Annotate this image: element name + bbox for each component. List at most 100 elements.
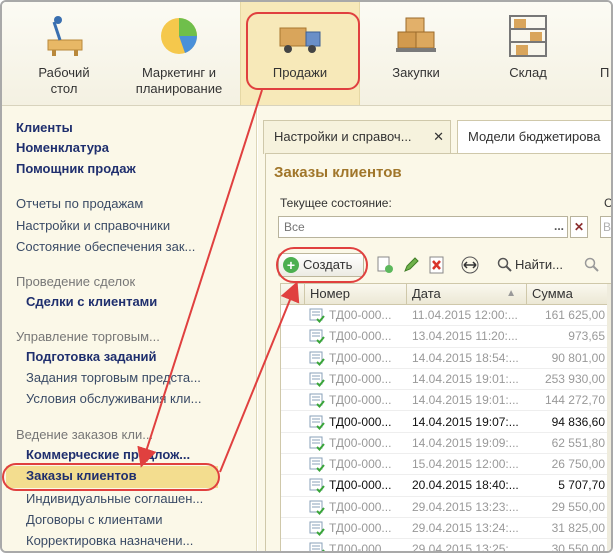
tab-budget-models[interactable]: Модели бюджетирова bbox=[457, 120, 611, 154]
search-icon bbox=[497, 257, 512, 272]
nav-link-sales-rep-tasks[interactable]: Задания торговым предста... bbox=[26, 370, 216, 385]
cell-number: ТД00-000... bbox=[329, 414, 392, 429]
nav-link-sales-assistant[interactable]: Помощник продаж bbox=[16, 161, 136, 176]
app-window: Рабочий стол Маркетинг и планирование Пр… bbox=[0, 0, 613, 553]
navigation-panel: Клиенты Номенклатура Помощник продаж Отч… bbox=[2, 106, 257, 551]
cell-sum: 90 801,00 bbox=[551, 350, 605, 365]
cell-sum: 161 625,00 bbox=[544, 308, 605, 322]
nav-link-nomenclature[interactable]: Номенклатура bbox=[16, 140, 109, 155]
document-icon bbox=[309, 393, 325, 409]
right-input-partial[interactable]: Все bbox=[600, 216, 611, 238]
table-row[interactable]: ТД00-000... 14.04.2015 19:01:... 253 930,0… bbox=[281, 369, 611, 391]
structure-button[interactable] bbox=[458, 253, 484, 277]
table-row[interactable]: ТД00-000... 29.04.2015 13:24:... 31 825,00 bbox=[281, 518, 611, 540]
cell-sum: 94 836,60 bbox=[551, 414, 605, 429]
nav-link-supply-state[interactable]: Состояние обеспечения зак... bbox=[16, 239, 208, 254]
arrows-icon bbox=[461, 256, 479, 274]
sections-panel: Рабочий стол Маркетинг и планирование Пр… bbox=[2, 2, 611, 106]
cancel-search-button[interactable] bbox=[582, 253, 604, 277]
section-label: Склад bbox=[509, 65, 547, 80]
column-header-date[interactable]: Дата ▲ bbox=[407, 284, 527, 305]
table-row[interactable]: ТД00-000... 11.04.2015 12:00:... 161 625,0… bbox=[281, 305, 611, 327]
table-row[interactable]: ТД00-000... 29.04.2015 13:23:... 29 550,00 bbox=[281, 497, 611, 518]
cell-sum: 26 750,00 bbox=[551, 457, 605, 472]
section-desktop[interactable]: Рабочий стол bbox=[16, 2, 112, 105]
cell-number: ТД00-000... bbox=[329, 350, 392, 365]
column-header-number[interactable]: Номер bbox=[305, 284, 407, 305]
table-row[interactable]: ТД00-000... 14.04.2015 18:54:... 90 801,00 bbox=[281, 348, 611, 369]
highlight-create bbox=[276, 247, 368, 283]
customer-orders-form: Заказы клиентов Текущее состояние: Ср ..… bbox=[265, 153, 611, 553]
cell-date: 14.04.2015 19:09:... bbox=[412, 435, 519, 450]
section-label: Закупки bbox=[392, 65, 440, 80]
tab-label: Модели бюджетирова bbox=[468, 129, 601, 144]
nav-link-sales-reports[interactable]: Отчеты по продажам bbox=[16, 196, 143, 211]
table-row[interactable]: ТД00-000... 14.04.2015 19:09:... 62 551,80 bbox=[281, 433, 611, 455]
pencil-icon bbox=[404, 257, 419, 272]
cell-sum: 144 272,70 bbox=[544, 393, 605, 408]
delete-button[interactable] bbox=[426, 253, 448, 277]
find-button[interactable]: Найти... bbox=[494, 253, 566, 277]
column-header-date-label: Дата bbox=[412, 286, 441, 301]
nav-group-deals: Проведение сделок bbox=[16, 274, 136, 289]
table-scrollbar[interactable] bbox=[607, 284, 611, 551]
cell-sum: 5 707,70 bbox=[558, 478, 605, 493]
document-icon bbox=[309, 436, 325, 451]
pie-chart-icon bbox=[161, 18, 198, 54]
cell-date: 20.04.2015 18:40:... bbox=[412, 478, 519, 493]
table-row[interactable]: ТД00-000... 15.04.2015 12:00:... 26 750,00 bbox=[281, 454, 611, 476]
state-input[interactable] bbox=[278, 216, 568, 238]
nav-link-commercial-offers[interactable]: Коммерческие предлож... bbox=[26, 447, 216, 462]
nav-link-contracts[interactable]: Договоры с клиентами bbox=[26, 512, 162, 527]
section-more[interactable]: П bbox=[596, 2, 611, 105]
orders-table: Номер Дата ▲ Сумма ТД00-000... 11.04.2015… bbox=[280, 283, 611, 553]
sort-icon: ▲ bbox=[506, 288, 516, 299]
edit-button[interactable] bbox=[400, 253, 422, 277]
nav-link-prepare-tasks[interactable]: Подготовка заданий bbox=[26, 349, 157, 364]
nav-link-settings[interactable]: Настройки и справочники bbox=[16, 218, 170, 233]
cell-sum: 29 550,00 bbox=[551, 499, 605, 514]
cell-sum: 30 550,00 bbox=[551, 542, 605, 553]
section-warehouse[interactable]: Склад bbox=[486, 2, 570, 105]
nav-link-assignment-correction[interactable]: Корректировка назначени... bbox=[26, 533, 216, 548]
highlight-sales bbox=[246, 12, 360, 90]
nav-link-deals[interactable]: Сделки с клиентами bbox=[26, 294, 157, 309]
cell-date: 29.04.2015 13:25:... bbox=[412, 542, 519, 553]
nav-link-clients[interactable]: Клиенты bbox=[16, 120, 73, 135]
clear-button[interactable]: ✕ bbox=[570, 216, 588, 238]
cell-date: 14.04.2015 19:01:... bbox=[412, 371, 519, 386]
cell-number: ТД00-000... bbox=[329, 393, 392, 408]
table-row[interactable]: ТД00-000... 13.04.2015 11:20:... 973,65 bbox=[281, 326, 611, 348]
cell-number: ТД00-000... bbox=[329, 499, 392, 514]
section-marketing[interactable]: Маркетинг и планирование bbox=[126, 2, 232, 105]
cell-date: 14.04.2015 18:54:... bbox=[412, 350, 519, 365]
desk-icon bbox=[47, 16, 83, 56]
table-row[interactable]: ТД00-000... 14.04.2015 19:07:... 94 836,60 bbox=[281, 412, 611, 433]
tab-settings[interactable]: Настройки и справоч... ✕ bbox=[263, 120, 451, 154]
table-row[interactable]: ТД00-000... 20.04.2015 18:40:... 5 707,70 bbox=[281, 475, 611, 497]
cell-sum: 253 930,00 bbox=[544, 371, 605, 386]
cell-number: ТД00-000... bbox=[329, 329, 392, 344]
tab-close-icon[interactable]: ✕ bbox=[433, 121, 444, 153]
cell-date: 14.04.2015 19:01:... bbox=[412, 393, 519, 408]
cell-date: 29.04.2015 13:24:... bbox=[412, 521, 519, 535]
section-purchases[interactable]: Закупки bbox=[374, 2, 458, 105]
document-icon bbox=[309, 372, 325, 387]
nav-link-service-conditions[interactable]: Условия обслуживания кли... bbox=[26, 391, 216, 406]
select-button[interactable]: ... bbox=[550, 216, 568, 238]
document-icon bbox=[309, 308, 325, 323]
document-icon bbox=[309, 500, 325, 515]
cell-sum: 973,65 bbox=[568, 329, 605, 344]
tab-label: Настройки и справоч... bbox=[274, 129, 412, 144]
section-label: Рабочий стол bbox=[38, 65, 90, 96]
copy-button[interactable] bbox=[374, 253, 396, 277]
cell-number: ТД00-000... bbox=[329, 478, 392, 493]
column-header-sum[interactable]: Сумма bbox=[527, 284, 609, 305]
document-icon bbox=[309, 415, 325, 430]
table-row[interactable]: ТД00-000... 14.04.2015 19:01:... 144 272,7… bbox=[281, 390, 611, 412]
nav-link-individual-agreements[interactable]: Индивидуальные соглашен... bbox=[26, 491, 216, 506]
boxes-icon bbox=[396, 17, 436, 52]
highlight-customer-orders bbox=[2, 463, 220, 491]
table-row[interactable]: ТД00-000... 29.04.2015 13:25:... 30 550,00 bbox=[281, 539, 611, 553]
page-title: Заказы клиентов bbox=[274, 164, 402, 181]
